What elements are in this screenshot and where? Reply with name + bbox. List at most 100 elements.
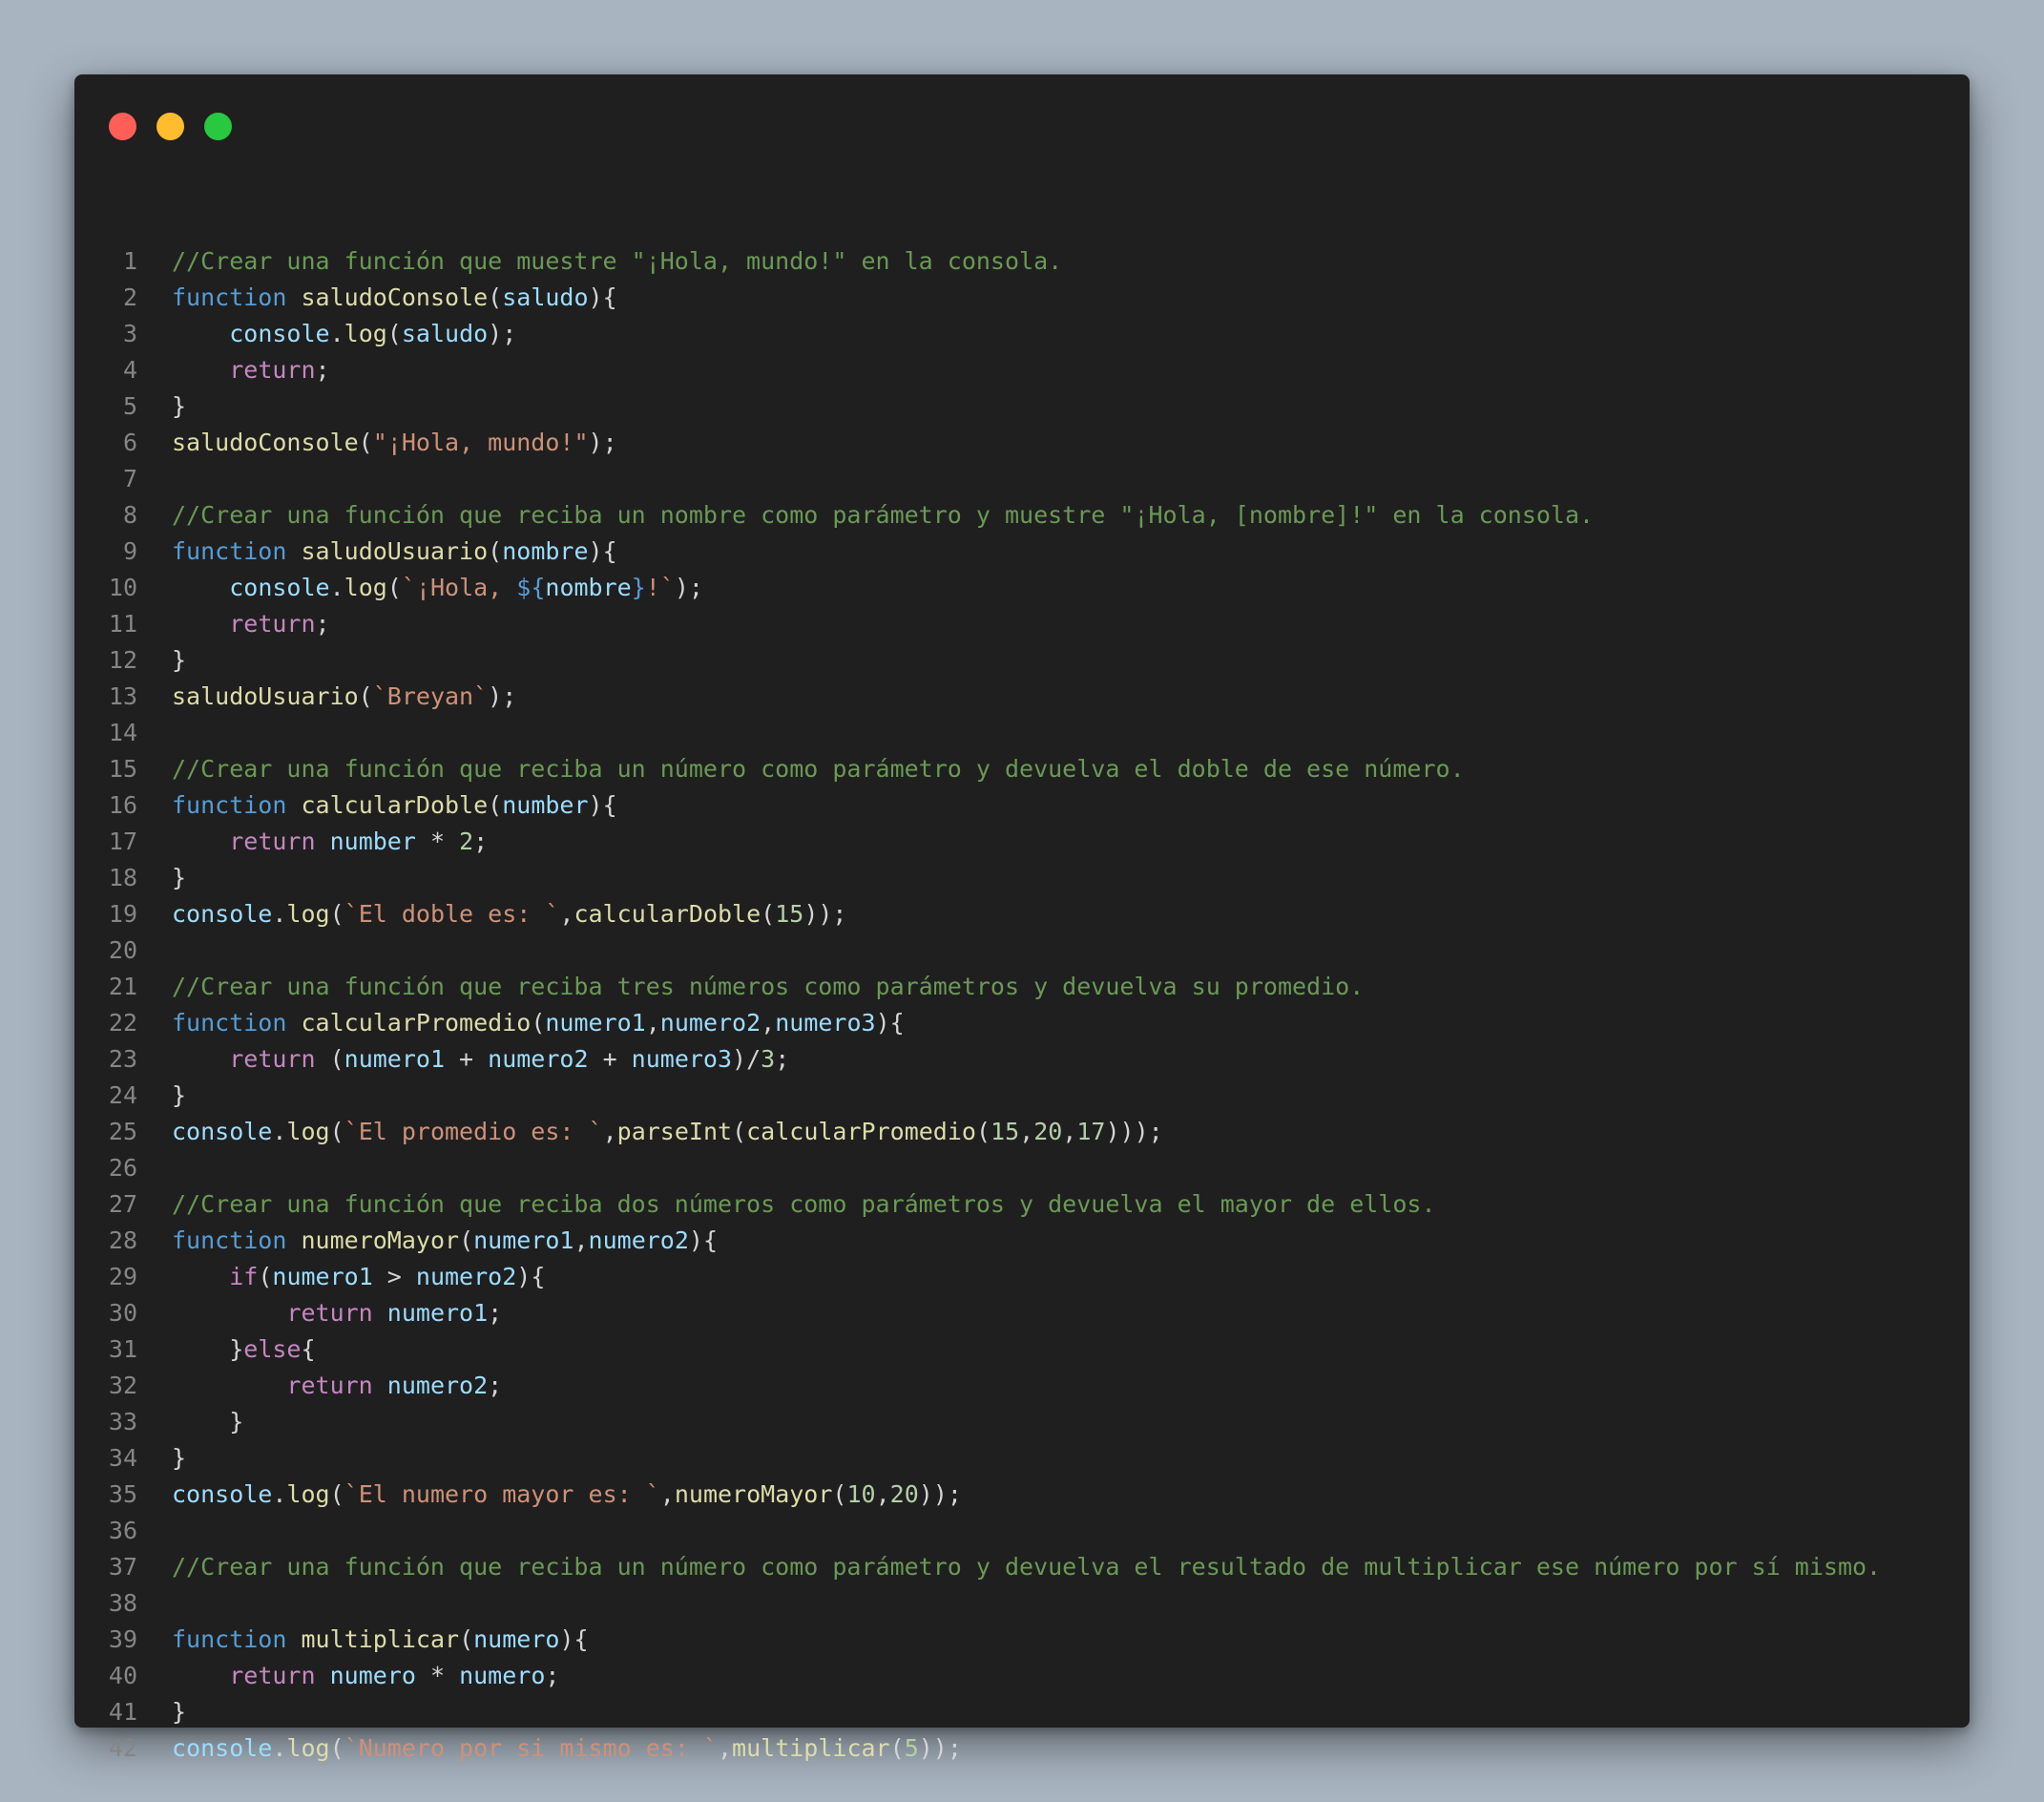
code-line[interactable]: 26 xyxy=(74,1150,1970,1186)
line-number: 41 xyxy=(108,1698,137,1726)
variable-token: console xyxy=(172,1480,273,1508)
code-line[interactable]: 14 xyxy=(74,715,1970,751)
line-number: 38 xyxy=(108,1589,137,1617)
line-source: function saludoUsuario(nombre){ xyxy=(172,534,617,570)
code-line[interactable]: 22 function calcularPromedio(numero1,nume… xyxy=(74,1005,1970,1041)
line-source: if(numero1 > numero2){ xyxy=(172,1259,545,1295)
code-line[interactable]: 17 return number * 2; xyxy=(74,824,1970,860)
punctuation-token: , xyxy=(645,1009,660,1037)
code-line[interactable]: 11 return; xyxy=(74,606,1970,642)
variable-token: console xyxy=(229,320,330,347)
minimize-button[interactable] xyxy=(156,113,184,140)
line-number: 11 xyxy=(108,610,137,638)
code-line[interactable]: 37 //Crear una función que reciba un núme… xyxy=(74,1549,1970,1585)
variable-token: saludo xyxy=(502,283,589,311)
line-number: 13 xyxy=(108,682,137,710)
code-line[interactable]: 10 console.log(`¡Hola, ${nombre}!`); xyxy=(74,570,1970,606)
punctuation-token: , xyxy=(875,1480,890,1508)
code-line[interactable]: 12} xyxy=(74,642,1970,679)
line-number: 42 xyxy=(108,1734,137,1762)
number-token: 20 xyxy=(1033,1118,1063,1145)
code-line[interactable]: 19 console.log(`El doble es: `,calcularDo… xyxy=(74,896,1970,932)
close-button[interactable] xyxy=(109,113,136,140)
line-number: 20 xyxy=(108,936,137,964)
line-source: console.log(`¡Hola, ${nombre}!`); xyxy=(172,570,703,606)
string-token: `Numero por si mismo es: ` xyxy=(344,1734,718,1762)
punctuation-token: ; xyxy=(315,356,330,384)
keyword-token: function xyxy=(172,1226,287,1254)
code-line[interactable]: 5} xyxy=(74,388,1970,425)
punctuation-token: , xyxy=(559,900,574,928)
code-line[interactable]: 34} xyxy=(74,1440,1970,1477)
line-number: 34 xyxy=(108,1444,137,1472)
code-line[interactable]: 2 function saludoConsole(saludo){ xyxy=(74,280,1970,316)
code-line[interactable]: 32 return numero2; xyxy=(74,1368,1970,1404)
code-line[interactable]: 13 saludoUsuario(`Breyan`); xyxy=(74,679,1970,715)
code-line[interactable]: 4 return; xyxy=(74,352,1970,388)
punctuation-token: . xyxy=(272,1118,287,1145)
punctuation-token xyxy=(373,1299,387,1327)
line-number: 31 xyxy=(108,1335,137,1363)
maximize-button[interactable] xyxy=(204,113,232,140)
code-line[interactable]: 33 } xyxy=(74,1404,1970,1440)
punctuation-token: )); xyxy=(918,1480,962,1508)
code-line[interactable]: 1 //Crear una función que muestre "¡Hola,… xyxy=(74,243,1970,280)
code-line[interactable]: 30 return numero1; xyxy=(74,1295,1970,1331)
code-line[interactable]: 21 //Crear una función que reciba tres nú… xyxy=(74,969,1970,1005)
punctuation-token: } xyxy=(172,1081,187,1109)
code-line[interactable]: 23 return (numero1 + numero2 + numero3)/… xyxy=(74,1041,1970,1078)
line-source: return number * 2; xyxy=(172,824,488,860)
code-line[interactable]: 24} xyxy=(74,1078,1970,1114)
code-line[interactable]: 29 if(numero1 > numero2){ xyxy=(74,1259,1970,1295)
code-line[interactable]: 41} xyxy=(74,1694,1970,1730)
comment-token: //Crear una función que reciba tres núme… xyxy=(172,973,1365,1000)
function-token: multiplicar xyxy=(732,1734,890,1762)
keyword-token: function xyxy=(172,537,287,565)
code-line[interactable]: 16 function calcularDoble(number){ xyxy=(74,787,1970,824)
punctuation-token: ){ xyxy=(588,283,617,311)
line-number: 35 xyxy=(108,1480,137,1508)
function-token: saludoConsole xyxy=(301,283,489,311)
line-number: 1 xyxy=(122,247,137,275)
code-line[interactable]: 31 }else{ xyxy=(74,1331,1970,1368)
code-line[interactable]: 15 //Crear una función que reciba un núme… xyxy=(74,751,1970,787)
code-line[interactable]: 28 function numeroMayor(numero1,numero2){ xyxy=(74,1223,1970,1259)
punctuation-token: ){ xyxy=(688,1226,719,1254)
line-source: console.log(`Numero por si mismo es: `,m… xyxy=(172,1730,962,1767)
punctuation-token: * xyxy=(415,828,460,855)
line-source: function multiplicar(numero){ xyxy=(172,1622,589,1658)
code-line[interactable]: 6 saludoConsole("¡Hola, mundo!"); xyxy=(74,425,1970,461)
code-line[interactable]: 20 xyxy=(74,932,1970,969)
punctuation-token: ( xyxy=(975,1118,991,1145)
code-line[interactable]: 36 xyxy=(74,1513,1970,1549)
code-line[interactable]: 7 xyxy=(74,461,1970,497)
punctuation-token: { xyxy=(301,1335,316,1363)
punctuation-token: ( xyxy=(459,1226,474,1254)
line-number: 6 xyxy=(122,429,137,456)
code-line[interactable]: 38 xyxy=(74,1585,1970,1622)
function-token: calcularPromedio xyxy=(301,1009,532,1037)
punctuation-token xyxy=(286,1226,301,1254)
variable-token: numero3 xyxy=(775,1009,876,1037)
variable-token: console xyxy=(229,574,330,601)
line-source: //Crear una función que reciba tres núme… xyxy=(172,969,1364,1005)
line-source: saludoConsole("¡Hola, mundo!"); xyxy=(172,425,617,461)
code-line[interactable]: 3 console.log(saludo); xyxy=(74,316,1970,352)
code-line[interactable]: 9 function saludoUsuario(nombre){ xyxy=(74,534,1970,570)
line-source: } xyxy=(172,388,186,425)
line-source: function numeroMayor(numero1,numero2){ xyxy=(172,1223,718,1259)
code-line[interactable]: 25 console.log(`El promedio es: `,parseIn… xyxy=(74,1114,1970,1150)
line-source: //Crear una función que reciba un número… xyxy=(172,751,1465,787)
variable-token: nombre xyxy=(545,574,632,601)
code-line[interactable]: 42 console.log(`Numero por si mismo es: `… xyxy=(74,1730,1970,1767)
code-line[interactable]: 8 //Crear una función que reciba un nombr… xyxy=(74,497,1970,534)
code-line[interactable]: 35 console.log(`El numero mayor es: `,num… xyxy=(74,1477,1970,1513)
code-line[interactable]: 27 //Crear una función que reciba dos núm… xyxy=(74,1186,1970,1223)
line-number: 8 xyxy=(122,501,137,529)
line-number: 18 xyxy=(108,864,137,891)
function-token: numeroMayor xyxy=(674,1480,833,1508)
code-line[interactable]: 40 return numero * numero; xyxy=(74,1658,1970,1694)
punctuation-token: ( xyxy=(358,429,373,456)
code-line[interactable]: 18} xyxy=(74,860,1970,896)
code-line[interactable]: 39 function multiplicar(numero){ xyxy=(74,1622,1970,1658)
